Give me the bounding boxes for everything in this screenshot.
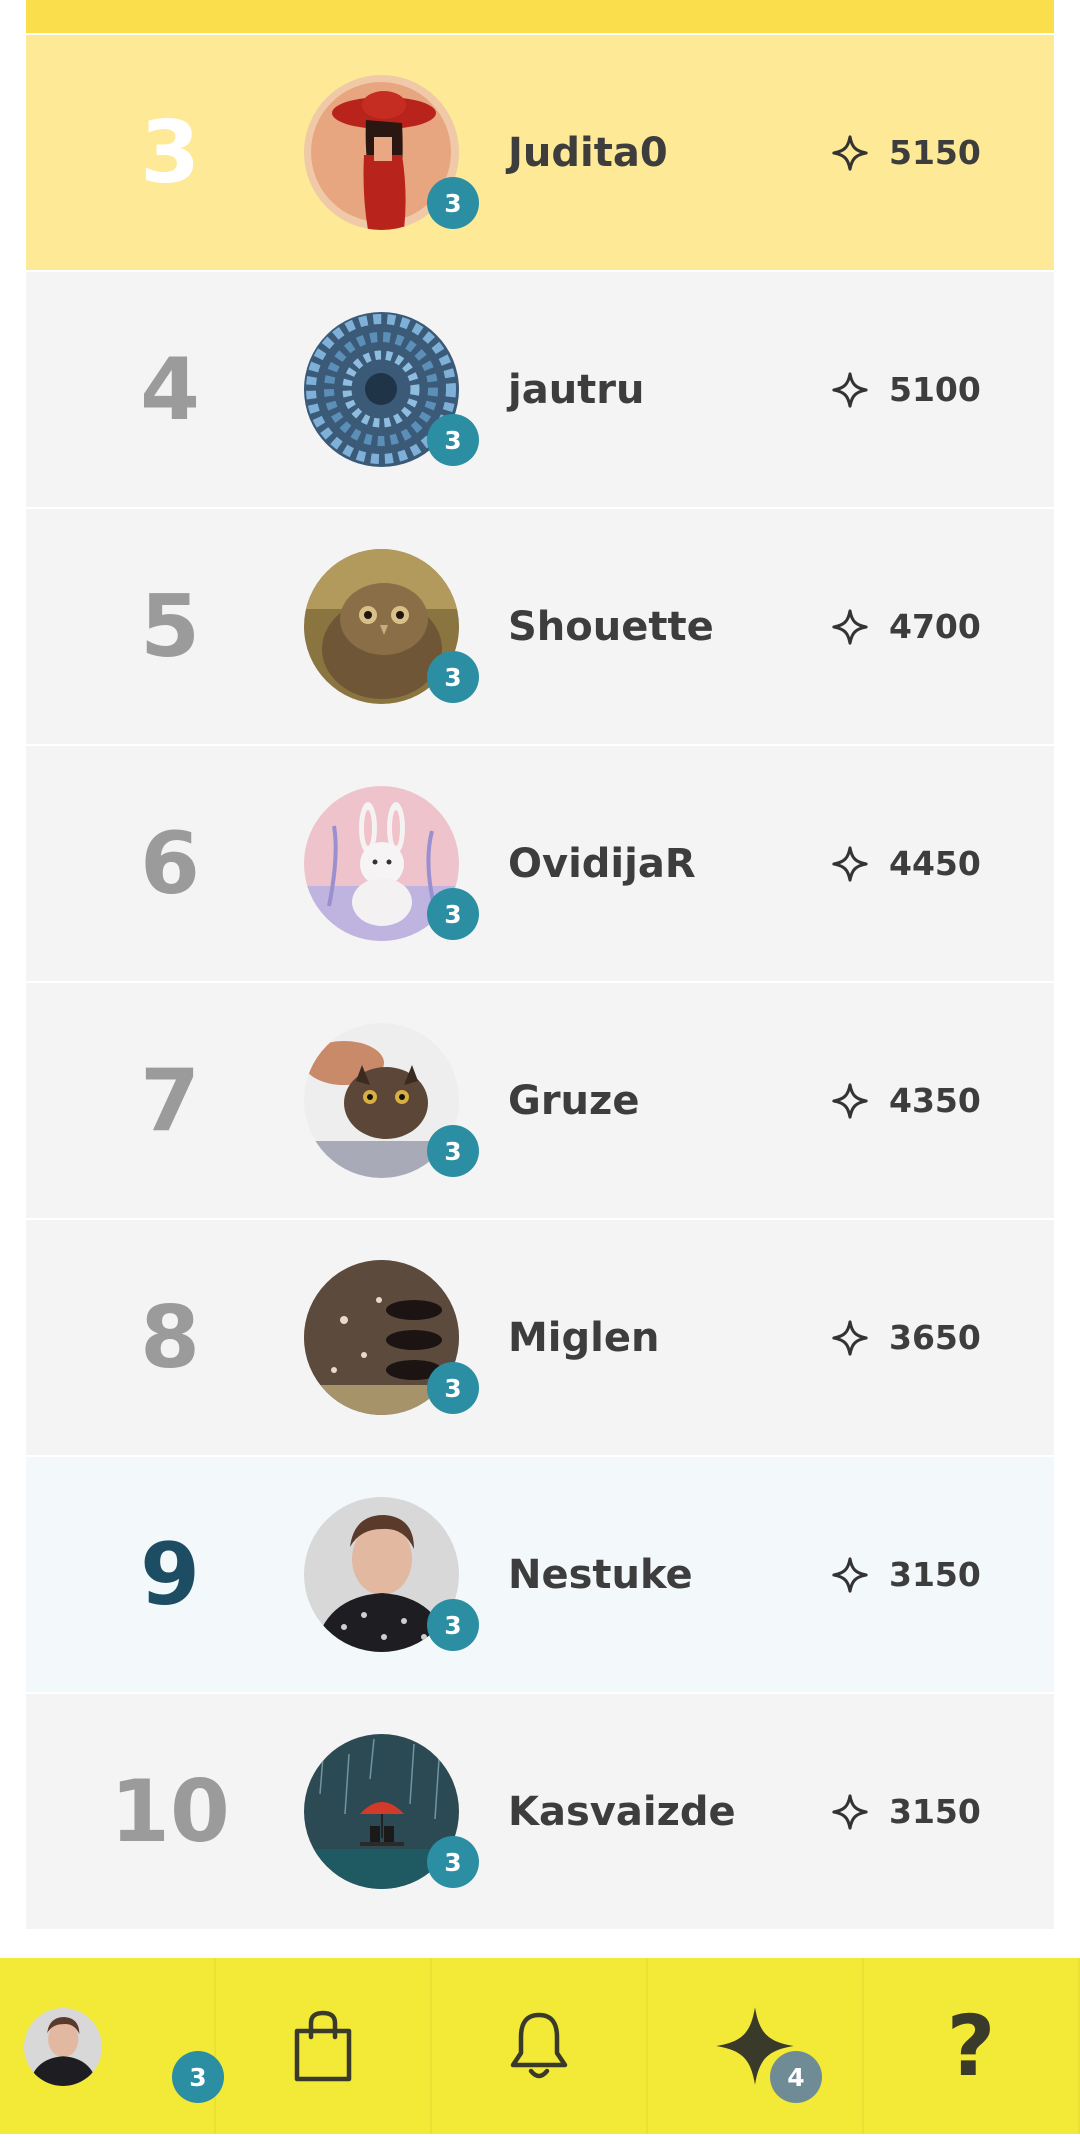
- sparkle-icon: [832, 608, 868, 645]
- level-badge: 3: [427, 1125, 479, 1177]
- level-badge: 3: [427, 888, 479, 940]
- leaderboard-row[interactable]: 8 3 Miglen 3650: [26, 1220, 1054, 1455]
- score: 3150: [831, 1694, 981, 1929]
- score-value: 3650: [889, 1318, 981, 1357]
- user-avatar-wrap[interactable]: 3: [304, 1497, 479, 1652]
- sparkle-icon: [832, 845, 868, 882]
- shopping-bag-icon: [294, 2010, 352, 2082]
- sparkle-icon: [832, 1082, 868, 1119]
- user-avatar-wrap[interactable]: 3: [304, 75, 479, 230]
- user-avatar-wrap[interactable]: 3: [304, 1734, 479, 1889]
- leaderboard-row[interactable]: 5 3 Shouette 4700: [26, 509, 1054, 744]
- leaderboard-row[interactable]: 7 3 Gruze 4350: [26, 983, 1054, 1218]
- score: 3650: [831, 1220, 981, 1455]
- user-avatar-wrap[interactable]: 3: [304, 549, 479, 704]
- level-badge: 3: [427, 1362, 479, 1414]
- rank-number: 5: [140, 576, 200, 677]
- score-value: 3150: [889, 1792, 981, 1831]
- rank-number: 6: [140, 813, 200, 914]
- sparkles-count-badge: 4: [770, 2051, 822, 2103]
- username[interactable]: jautru: [508, 272, 645, 507]
- nav-shop[interactable]: [216, 1958, 432, 2134]
- rank-number: 3: [140, 102, 200, 203]
- nav-notifications[interactable]: [432, 1958, 648, 2134]
- help-icon: ?: [946, 1997, 996, 2095]
- level-badge: 3: [427, 177, 479, 229]
- user-avatar-wrap[interactable]: 3: [304, 312, 479, 467]
- bottom-strip: [0, 2134, 1080, 2152]
- sparkle-icon: [832, 1319, 868, 1356]
- leaderboard-row[interactable]: 10 3 Kasvaizde 3150: [26, 1694, 1054, 1929]
- level-badge: 3: [427, 651, 479, 703]
- sparkle-icon: [832, 134, 868, 171]
- level-badge: 3: [427, 1599, 479, 1651]
- username[interactable]: Judita0: [508, 35, 668, 270]
- username[interactable]: Kasvaizde: [508, 1694, 736, 1929]
- sparkle-icon: [832, 1793, 868, 1830]
- score-value: 4350: [889, 1081, 981, 1120]
- bottom-nav: 3 4 ?: [0, 1958, 1080, 2134]
- nav-sparkles[interactable]: 4: [648, 1958, 864, 2134]
- user-avatar-wrap[interactable]: 3: [304, 786, 479, 941]
- level-badge: 3: [427, 414, 479, 466]
- leaderboard-row-current-user[interactable]: 9 3 Nestuke 3150: [26, 1457, 1054, 1692]
- username[interactable]: Gruze: [508, 983, 639, 1218]
- leaderboard-row[interactable]: 4 3 jautru 5100: [26, 272, 1054, 507]
- score-value: 5150: [889, 133, 981, 172]
- score-value: 3150: [889, 1555, 981, 1594]
- nav-help[interactable]: ?: [864, 1958, 1080, 2134]
- top-strip: [26, 0, 1054, 33]
- leaderboard-row[interactable]: 3 3 Judita0 5150: [26, 35, 1054, 270]
- username[interactable]: OvidijaR: [508, 746, 696, 981]
- rank-number: 9: [140, 1524, 200, 1625]
- sparkle-icon: [832, 371, 868, 408]
- score: 4350: [831, 983, 981, 1218]
- score-value: 4700: [889, 607, 981, 646]
- score: 4700: [831, 509, 981, 744]
- leaderboard-list: 3 3 Judita0 5150 4 3 jautru 5100 5 3 Sho…: [26, 35, 1054, 1931]
- score: 4450: [831, 746, 981, 981]
- score: 3150: [831, 1457, 981, 1692]
- username[interactable]: Nestuke: [508, 1457, 693, 1692]
- level-badge: 3: [427, 1836, 479, 1888]
- leaderboard-row[interactable]: 6 3 OvidijaR 4450: [26, 746, 1054, 981]
- username[interactable]: Shouette: [508, 509, 714, 744]
- rank-number: 4: [140, 339, 200, 440]
- sparkle-icon: [832, 1556, 868, 1593]
- username[interactable]: Miglen: [508, 1220, 659, 1455]
- score-value: 5100: [889, 370, 981, 409]
- rank-number: 10: [110, 1761, 230, 1862]
- bell-icon: [510, 2012, 568, 2079]
- score-value: 4450: [889, 844, 981, 883]
- nav-profile[interactable]: 3: [0, 1958, 224, 2134]
- score: 5100: [831, 272, 981, 507]
- user-avatar-wrap[interactable]: 3: [304, 1260, 479, 1415]
- profile-avatar: [24, 2008, 102, 2086]
- rank-number: 7: [140, 1050, 200, 1151]
- score: 5150: [831, 35, 981, 270]
- rank-number: 8: [140, 1287, 200, 1388]
- user-avatar-wrap[interactable]: 3: [304, 1023, 479, 1178]
